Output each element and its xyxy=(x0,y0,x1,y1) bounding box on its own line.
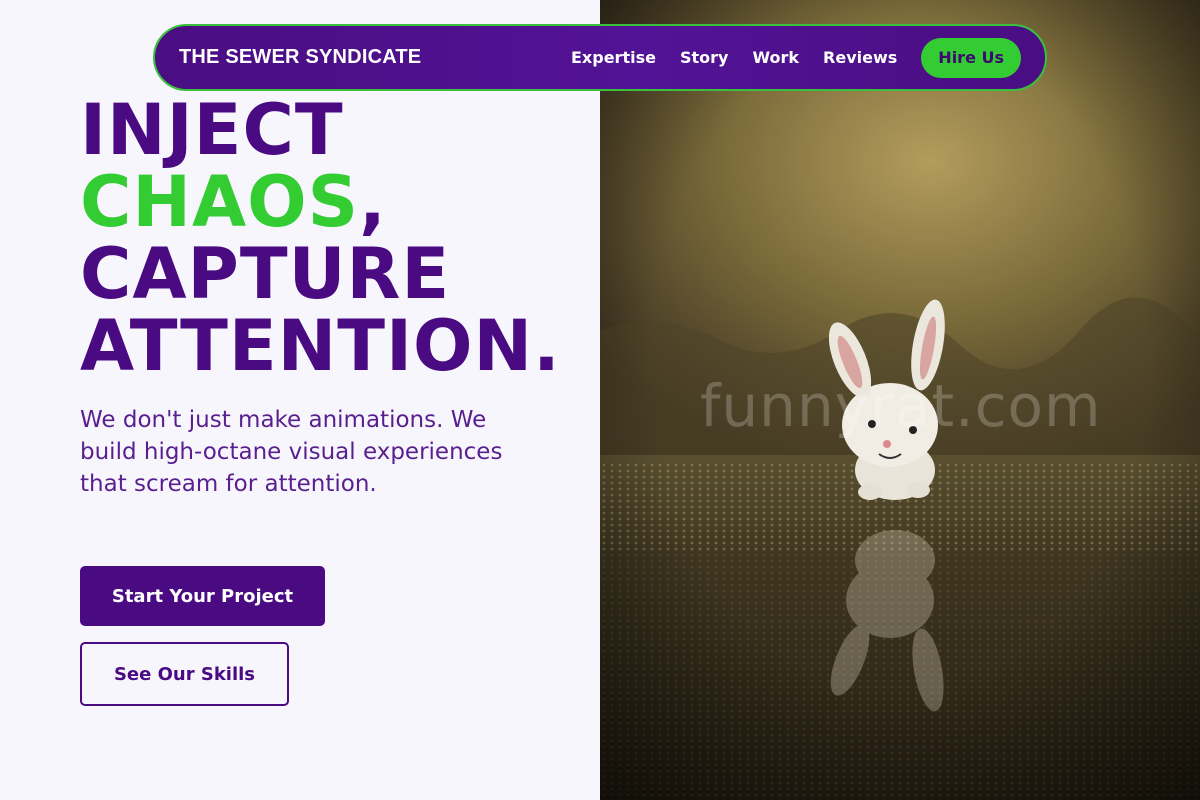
nav-link-reviews[interactable]: Reviews xyxy=(823,48,897,67)
nav-links: Expertise Story Work Reviews Hire Us xyxy=(571,37,1021,78)
start-project-button[interactable]: Start Your Project xyxy=(80,566,325,626)
headline-accent: CHAOS xyxy=(80,161,360,243)
headline-comma: , xyxy=(359,161,387,243)
nav-link-expertise[interactable]: Expertise xyxy=(571,48,656,67)
hire-us-button[interactable]: Hire Us xyxy=(921,37,1021,78)
nav-link-story[interactable]: Story xyxy=(680,48,728,67)
top-navbar: THE SEWER SYNDICATE Expertise Story Work… xyxy=(153,24,1047,91)
see-skills-button[interactable]: See Our Skills xyxy=(80,642,289,706)
image-watermark: funnyrat.com xyxy=(700,372,1102,440)
nav-link-work[interactable]: Work xyxy=(752,48,799,67)
headline-line-4: ATTENTION. xyxy=(80,305,561,387)
hero-headline: INJECT CHAOS, CAPTURE ATTENTION. xyxy=(80,94,561,382)
headline-line-1: INJECT xyxy=(80,89,344,171)
hero-tagline: We don't just make animations. We build … xyxy=(80,407,503,497)
headline-line-3: CAPTURE xyxy=(80,233,451,315)
brand-logo[interactable]: THE SEWER SYNDICATE xyxy=(179,46,421,69)
